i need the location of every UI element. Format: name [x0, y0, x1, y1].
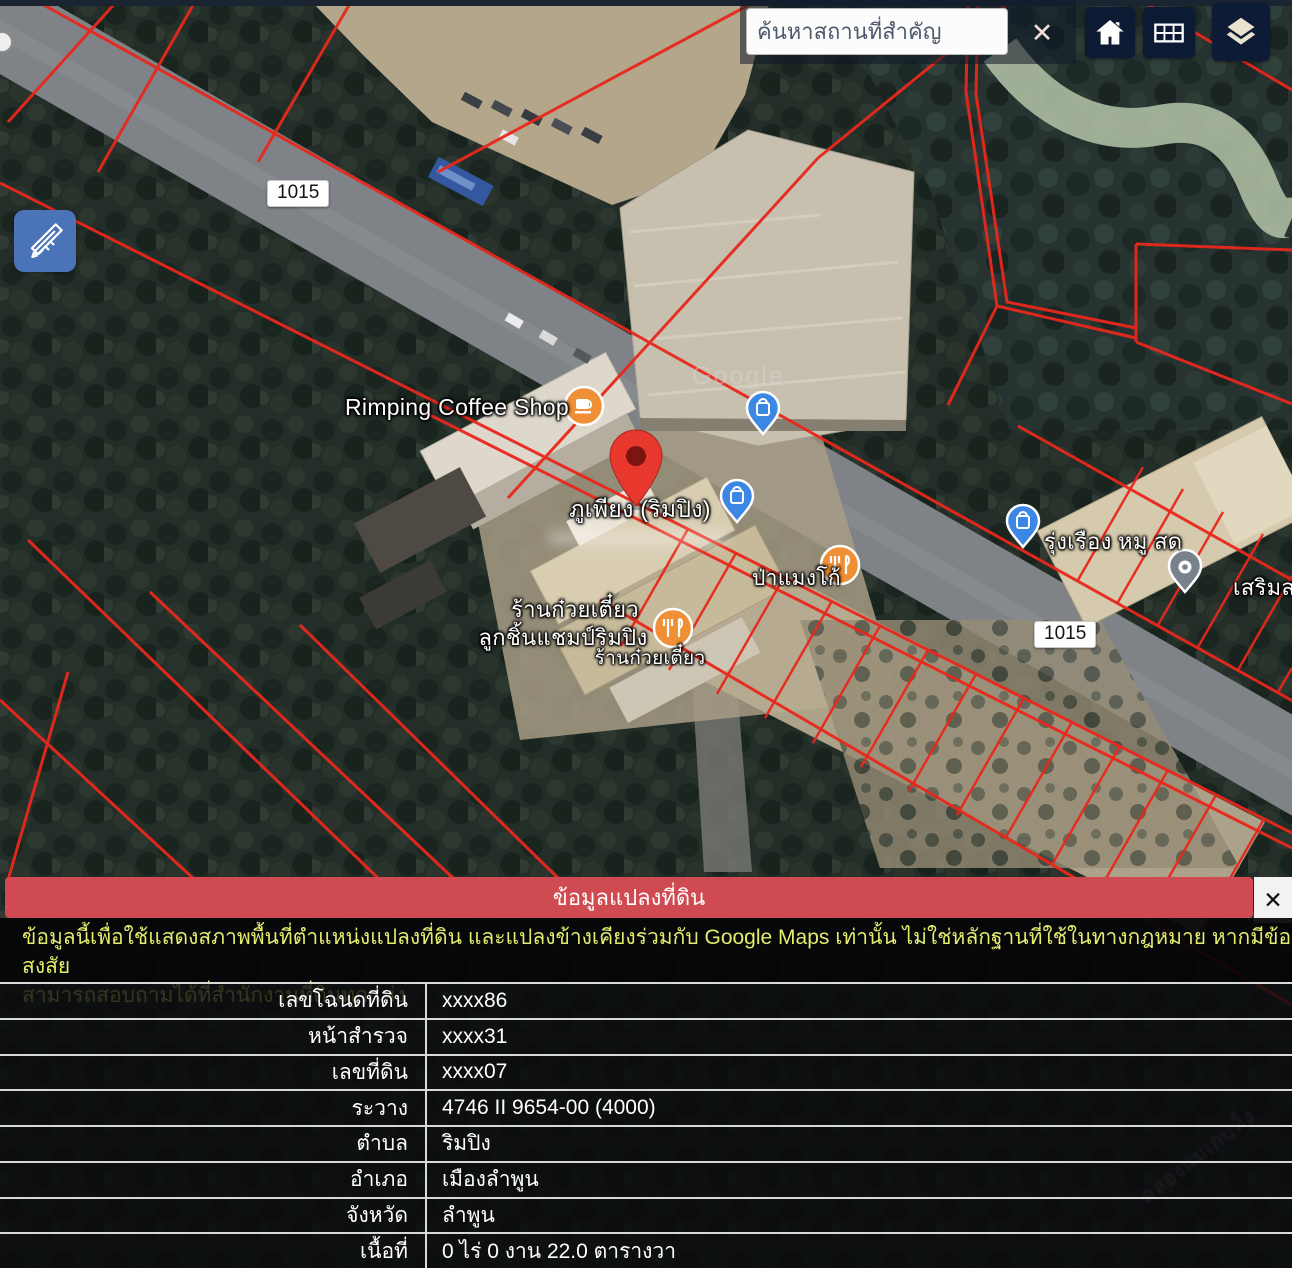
row-label: เลขโฉนดที่ดิน: [0, 984, 427, 1018]
panel-disclaimer: ข้อมูลนี้เพื่อใช้แสดงสภาพพื้นที่ตำแหน่งแ…: [0, 918, 1292, 982]
row-value: xxxx31: [427, 1025, 1292, 1049]
row-value: 0 ไร่ 0 งาน 22.0 ตารางวา: [427, 1235, 1292, 1268]
search-input[interactable]: [746, 8, 1008, 55]
coffee-marker[interactable]: [565, 387, 603, 425]
layers-icon: [1220, 11, 1262, 53]
row-label: เนื้อที่: [0, 1234, 427, 1268]
close-icon: ✕: [1263, 887, 1282, 914]
search-clear-button[interactable]: ✕: [1022, 10, 1062, 56]
table-row: จังหวัด ลำพูน: [0, 1197, 1292, 1233]
poi-label-salon[interactable]: เสริมสวย: [1233, 570, 1292, 605]
row-value: เมืองลำพูน: [427, 1163, 1292, 1196]
poi-label-noodle-small[interactable]: ร้านก๋วยเตี๋ยว: [595, 643, 706, 673]
parcel-grid-button[interactable]: [1143, 7, 1195, 58]
layers-button[interactable]: [1212, 3, 1270, 61]
table-row: ตำบล ริมปิง: [0, 1125, 1292, 1161]
table-row: ระวาง 4746 II 9654-00 (4000): [0, 1089, 1292, 1125]
search-clear-icon: ✕: [1031, 18, 1054, 49]
poi-label-phupiang[interactable]: ภูเพียง (ริมปิง): [569, 492, 711, 528]
edge-marker: [0, 32, 12, 52]
home-button[interactable]: [1085, 7, 1135, 58]
row-label: ตำบล: [0, 1127, 427, 1161]
poi-label-pamango[interactable]: ป่าแมงโก้: [752, 562, 841, 595]
row-value: ลำพูน: [427, 1199, 1292, 1232]
row-label: อำเภอ: [0, 1163, 427, 1197]
table-row: อำเภอ เมืองลำพูน: [0, 1161, 1292, 1197]
panel-title-text: ข้อมูลแปลงที่ดิน: [553, 885, 705, 910]
panel-title: ข้อมูลแปลงที่ดิน: [5, 877, 1253, 918]
parcel-info-table: เลขโฉนดที่ดิน xxxx86 หน้าสำรวจ xxxx31 เล…: [0, 982, 1292, 1268]
row-value: 4746 II 9654-00 (4000): [427, 1096, 1292, 1120]
disclaimer-line1: ข้อมูลนี้เพื่อใช้แสดงสภาพพื้นที่ตำแหน่งแ…: [22, 923, 1292, 981]
measure-icon: [24, 220, 66, 262]
home-icon: [1092, 15, 1128, 51]
table-row: เนื้อที่ 0 ไร่ 0 งาน 22.0 ตารางวา: [0, 1232, 1292, 1268]
row-label: ระวาง: [0, 1091, 427, 1125]
google-watermark: Google: [692, 362, 785, 391]
row-value: xxxx07: [427, 1060, 1292, 1084]
row-value: ริมปิง: [427, 1127, 1292, 1160]
grid-icon: [1150, 14, 1188, 52]
blurred-label: [548, 530, 728, 546]
row-value: xxxx86: [427, 989, 1292, 1013]
road-badge: 1015: [267, 180, 329, 207]
panel-close-button[interactable]: ✕: [1254, 877, 1292, 923]
row-label: จังหวัด: [0, 1199, 427, 1233]
table-row: เลขโฉนดที่ดิน xxxx86: [0, 982, 1292, 1018]
measure-tool-button[interactable]: [14, 210, 76, 272]
poi-label-rungruang[interactable]: รุ่งเรือง หมู สด: [1044, 524, 1182, 559]
table-row: เลขที่ดิน xxxx07: [0, 1054, 1292, 1090]
poi-label-rimping-coffee-shop[interactable]: Rimping Coffee Shop: [345, 394, 569, 421]
table-row: หน้าสำรวจ xxxx31: [0, 1018, 1292, 1054]
row-label: เลขที่ดิน: [0, 1056, 427, 1090]
landsmaps-app: Google คลองแม่เกบทิ้ง 1015 1015 Rimping …: [0, 0, 1292, 1268]
top-strip: [0, 0, 1292, 6]
row-label: หน้าสำรวจ: [0, 1020, 427, 1054]
road-badge: 1015: [1034, 621, 1096, 648]
restaurant-marker[interactable]: [654, 609, 692, 647]
